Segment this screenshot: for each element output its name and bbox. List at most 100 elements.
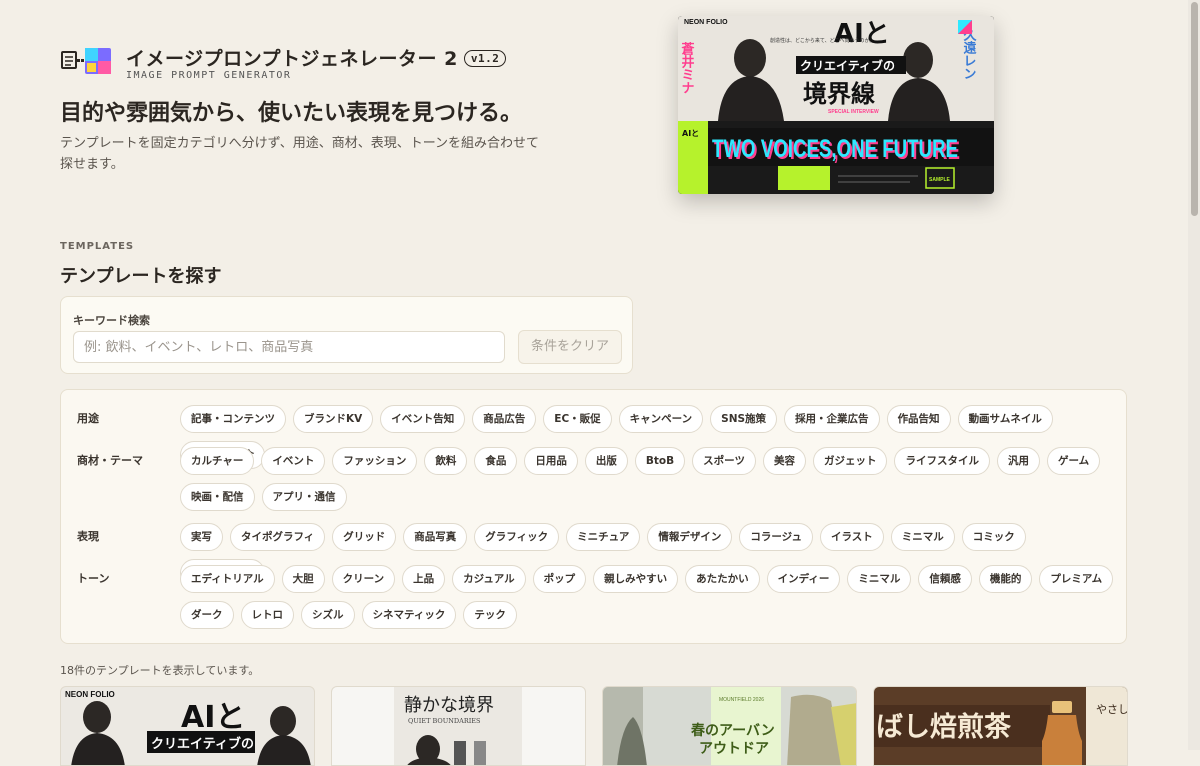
filter-chip[interactable]: カルチャー <box>180 447 255 475</box>
filter-chip[interactable]: 汎用 <box>996 447 1040 475</box>
filter-chip[interactable]: ガジェット <box>812 447 888 475</box>
filter-chip[interactable]: 飲料 <box>424 447 468 475</box>
template-card[interactable]: ばし焙煎茶 やさし <box>873 686 1128 766</box>
hero-poster-graphic: NEON FOLIO 蒼井ミナ 久遠レン AIと クリエイティブの 境界線 SP… <box>678 16 994 194</box>
poster-name-right: 久遠レン <box>961 27 977 80</box>
app-title: イメージプロンプトジェネレーター 2 v1.2 <box>126 44 507 71</box>
card-side-text: やさし <box>1096 703 1128 716</box>
filter-chip[interactable]: 機能的 <box>978 565 1033 593</box>
filter-chip[interactable]: アプリ・通信 <box>261 483 347 511</box>
filter-chip[interactable]: ミニチュア <box>566 523 641 551</box>
filter-chip[interactable]: ミニマル <box>847 565 912 593</box>
filter-chip[interactable]: ポップ <box>532 565 587 593</box>
search-label: キーワード検索 <box>73 314 150 327</box>
clear-filters-button[interactable]: 条件をクリア <box>518 330 622 364</box>
filter-chip[interactable]: 出版 <box>584 447 628 475</box>
filter-chip[interactable]: 大胆 <box>281 565 325 593</box>
filter-chip[interactable]: グリッド <box>332 523 397 551</box>
card-thumbnail-4: ばし焙煎茶 やさし <box>874 687 1128 765</box>
search-panel: キーワード検索 条件をクリア <box>60 296 633 374</box>
filter-chip[interactable]: キャンペーン <box>618 405 704 433</box>
filter-chip[interactable]: シズル <box>301 601 355 629</box>
filter-chip[interactable]: 採用・企業広告 <box>784 405 880 433</box>
poster-brand: NEON FOLIO <box>684 19 728 26</box>
version-badge: v1.2 <box>463 50 507 67</box>
card-sub: アウトドア <box>699 741 769 757</box>
filter-chip[interactable]: プレミアム <box>1039 565 1114 593</box>
filter-chip[interactable]: 記事・コンテンツ <box>180 405 286 433</box>
filter-chip[interactable]: インディー <box>766 565 841 593</box>
filter-chips: エディトリアル 大胆 クリーン 上品 カジュアル ポップ 親しみやすい あたたかい インディーミ… <box>180 565 1115 629</box>
section-title: テンプレートを探す <box>60 266 222 287</box>
app-subtitle: IMAGE PROMPT GENERATOR <box>126 70 292 81</box>
filter-panel: 用途 記事・コンテンツ ブランドKV イベント告知 商品広告 EC・販促 キャンペーン SN… <box>60 389 1127 644</box>
filter-chips: カルチャー イベント ファッション 飲料 食品 日用品 出版 BtoB スポーツ 美容 ガジェットラ… <box>180 447 1115 511</box>
filter-chip[interactable]: 商品写真 <box>403 523 468 551</box>
filter-chip[interactable]: コミック <box>961 523 1026 551</box>
result-count: 18件のテンプレートを表示しています。 <box>60 664 260 677</box>
filter-chip[interactable]: ライフスタイル <box>894 447 990 475</box>
card-thumbnail-1: NEON FOLIO AIと クリエイティブの <box>65 690 311 765</box>
page-scrollbar[interactable] <box>1188 0 1200 750</box>
filter-chip[interactable]: 商品広告 <box>472 405 537 433</box>
card-thumbnail-3: MOUNTFIELD 2026 春のアーバン アウトドア <box>603 687 856 765</box>
card-heading: 静かな境界 <box>404 695 494 716</box>
filter-chip[interactable]: 実写 <box>180 523 223 551</box>
filter-chip[interactable]: 情報デザイン <box>647 523 733 551</box>
template-card[interactable]: 静かな境界 QUIET BOUNDARIES <box>331 686 586 766</box>
filter-label: 表現 <box>77 530 99 543</box>
keyword-search-input[interactable] <box>73 331 505 363</box>
filter-chip[interactable]: カジュアル <box>452 565 526 593</box>
filter-chip[interactable]: ファッション <box>332 447 418 475</box>
filter-chip[interactable]: クリーン <box>331 565 396 593</box>
filter-chip[interactable]: イベント告知 <box>380 405 466 433</box>
filter-chip[interactable]: コラージュ <box>739 523 813 551</box>
filter-chip[interactable]: 映画・配信 <box>180 483 255 511</box>
card-sub: QUIET BOUNDARIES <box>408 717 480 725</box>
poster-headline-mid: クリエイティブの <box>800 58 895 73</box>
filter-chip[interactable]: 親しみやすい <box>593 565 679 593</box>
filter-chip[interactable]: あたたかい <box>685 565 760 593</box>
filter-chip[interactable]: タイポグラフィ <box>230 523 326 551</box>
template-card[interactable]: MOUNTFIELD 2026 春のアーバン アウトドア <box>602 686 857 766</box>
filter-chip[interactable]: 日用品 <box>524 447 578 475</box>
template-card[interactable]: NEON FOLIO AIと クリエイティブの <box>60 686 315 766</box>
filter-chip[interactable]: EC・販促 <box>543 405 612 433</box>
filter-chip[interactable]: スポーツ <box>692 447 756 475</box>
filter-chip[interactable]: エディトリアル <box>180 565 275 593</box>
filter-chip[interactable]: 動画サムネイル <box>957 405 1053 433</box>
hero-description: テンプレートを固定カテゴリへ分けず、用途、商材、表現、トーンを組み合わせて探せま… <box>60 136 540 172</box>
poster-banner: TWO VOICES,ONE FUTURE <box>712 135 958 163</box>
hero-title: 目的や雰囲気から、使いたい表現を見つける。 <box>60 101 523 126</box>
app-title-text: イメージプロンプトジェネレーター 2 <box>126 48 458 70</box>
filter-chip[interactable]: シネマティック <box>361 601 457 629</box>
filter-chip[interactable]: 美容 <box>762 447 806 475</box>
poster-headline-main: 境界線 <box>803 79 875 108</box>
filter-chip[interactable]: ミニマル <box>890 523 955 551</box>
filter-chip[interactable]: イベント <box>261 447 326 475</box>
filter-chip[interactable]: ダーク <box>180 601 234 629</box>
filter-chip[interactable]: 食品 <box>474 447 518 475</box>
poster-side-label: AIと <box>682 129 699 138</box>
filter-label: 用途 <box>77 412 99 425</box>
filter-chip[interactable]: レトロ <box>240 601 294 629</box>
card-heading: 春のアーバン <box>690 722 775 739</box>
filter-label: トーン <box>77 572 110 585</box>
poster-sample: SAMPLE <box>929 177 951 183</box>
filter-chip[interactable]: BtoB <box>634 447 686 475</box>
filter-chip[interactable]: グラフィック <box>474 523 560 551</box>
filter-chip[interactable]: 作品告知 <box>886 405 951 433</box>
poster-special: SPECIAL INTERVIEW <box>828 109 879 115</box>
card-heading: ばし焙煎茶 <box>876 711 1012 743</box>
filter-chip[interactable]: ゲーム <box>1046 447 1101 475</box>
filter-chip[interactable]: 信頼感 <box>918 565 972 593</box>
scroll-thumb[interactable] <box>1191 2 1198 216</box>
filter-chip[interactable]: SNS施策 <box>710 405 778 433</box>
filter-chip[interactable]: イラスト <box>819 523 884 551</box>
filter-chip[interactable]: テック <box>463 601 517 629</box>
card-brand: NEON FOLIO <box>65 690 115 699</box>
filter-chip[interactable]: 上品 <box>402 565 446 593</box>
hero-sample-image: NEON FOLIO 蒼井ミナ 久遠レン AIと クリエイティブの 境界線 SP… <box>678 16 994 194</box>
filter-chip[interactable]: ブランドKV <box>293 405 374 433</box>
app-logo-icon <box>61 48 111 74</box>
